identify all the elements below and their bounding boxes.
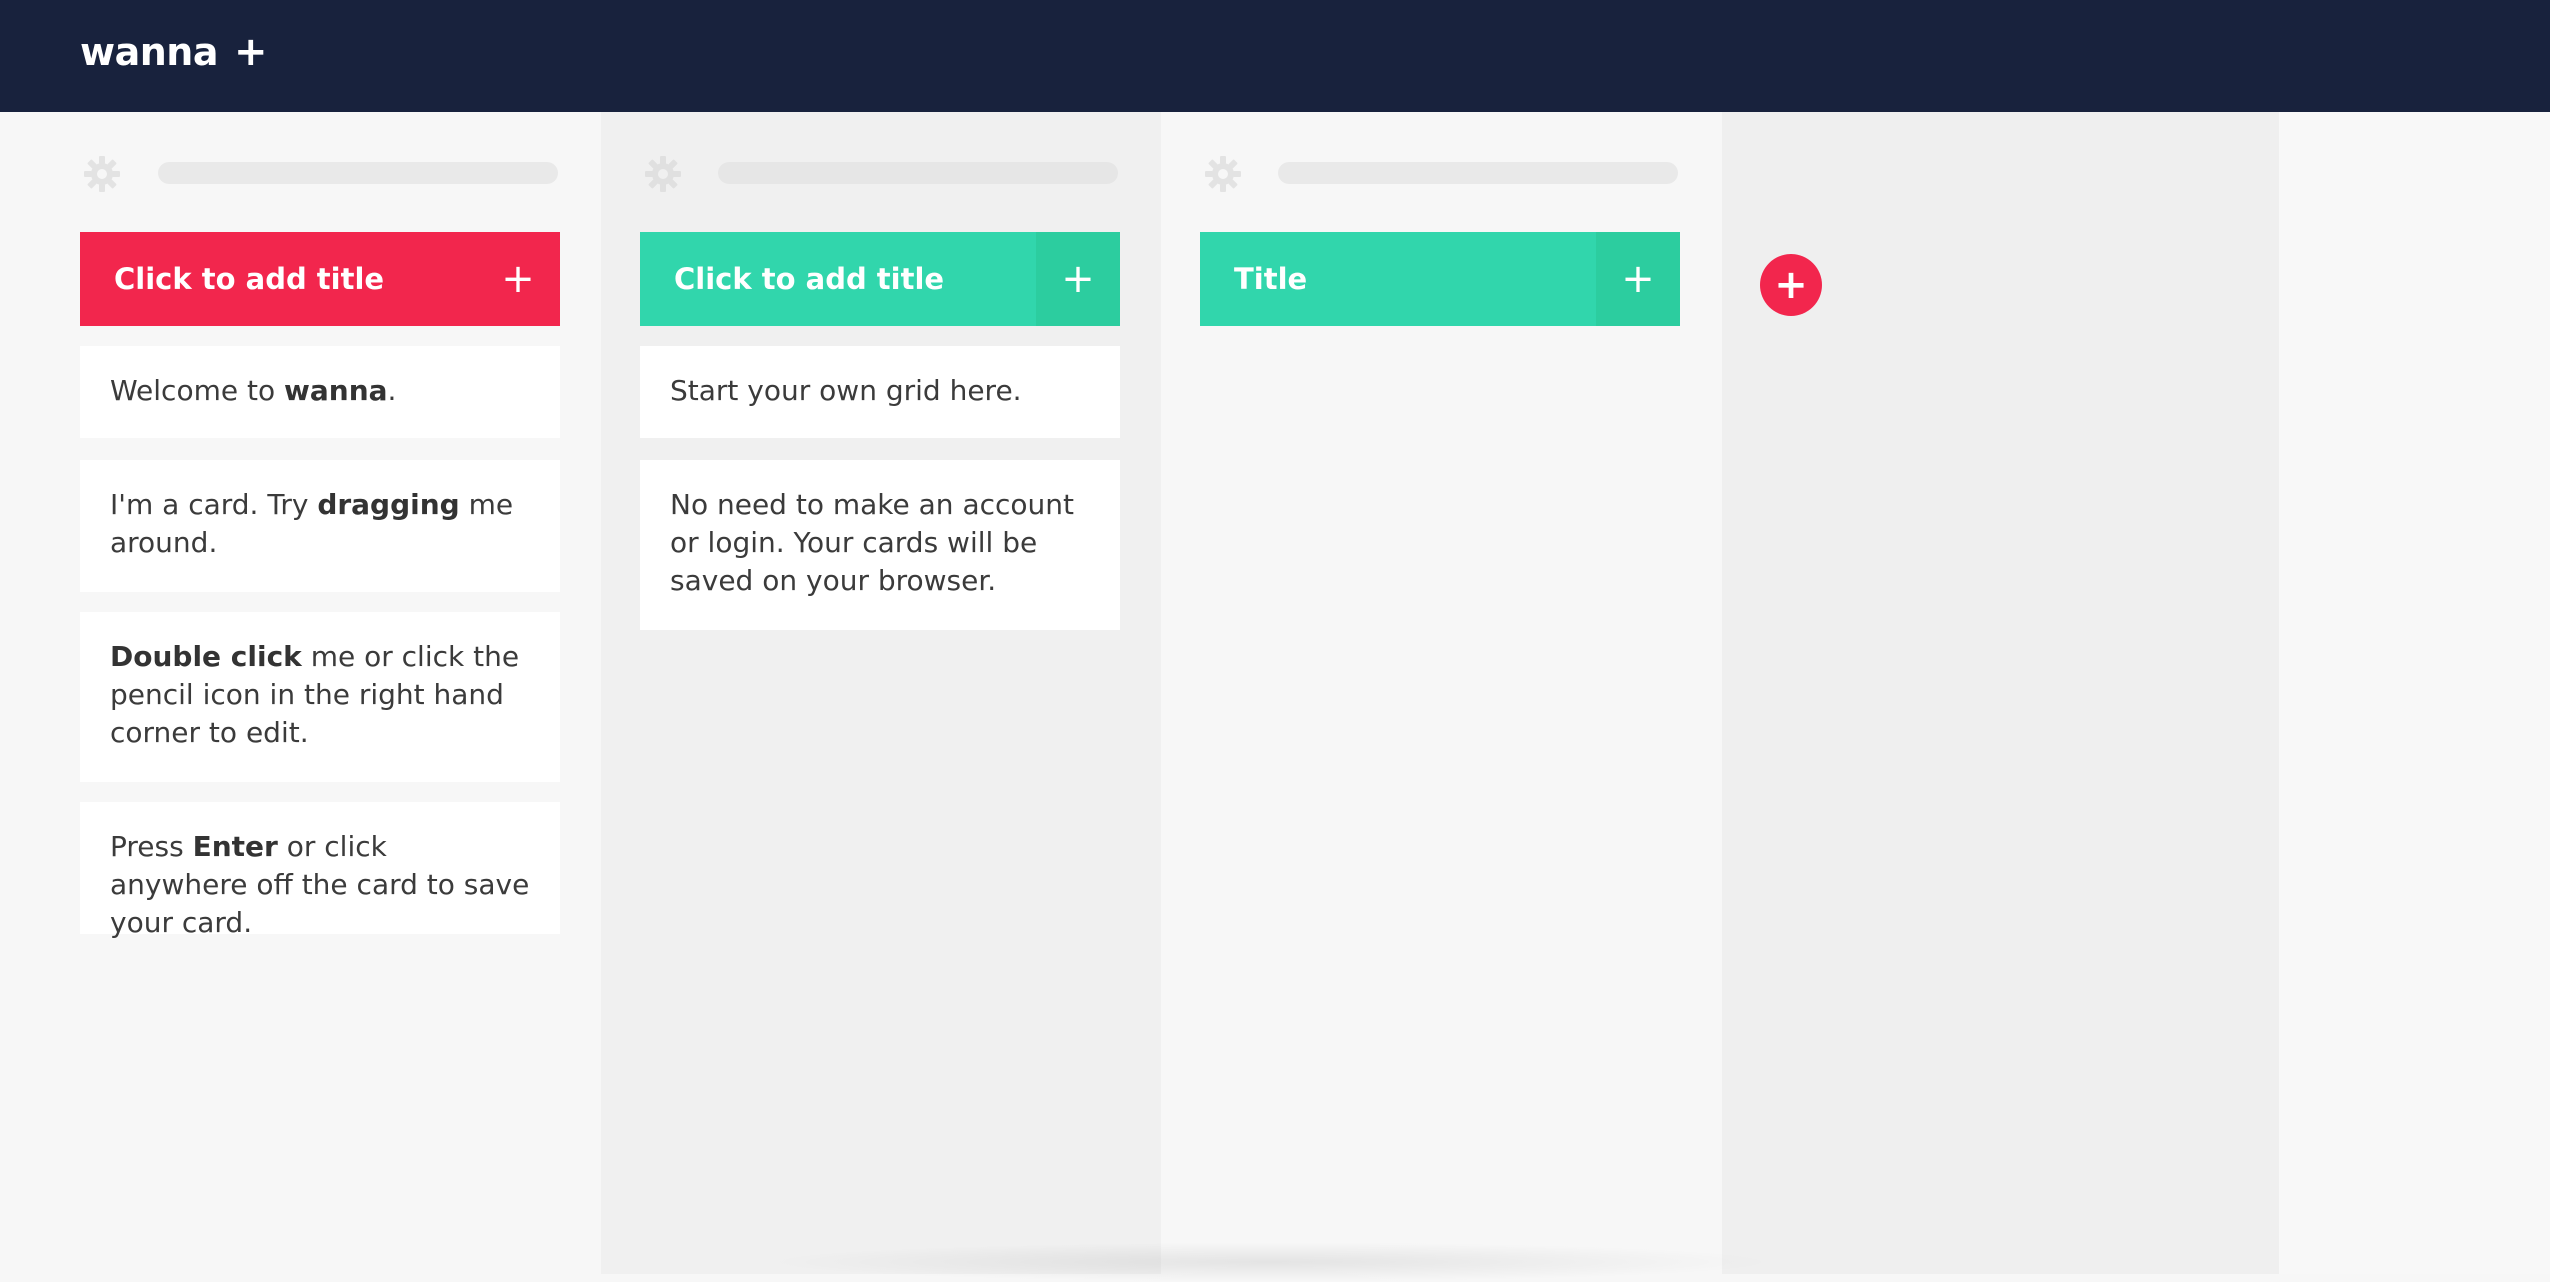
top-navigation-bar: wanna + (0, 0, 2550, 112)
settings-gear-icon[interactable] (1203, 154, 1243, 194)
column-edge (2279, 112, 2550, 1274)
board: Click to add title + Welcome to wanna. I… (0, 112, 2550, 1282)
settings-gear-icon[interactable] (82, 154, 122, 194)
card-text-bold: Enter (192, 830, 278, 863)
add-card-plus-icon[interactable]: + (1596, 232, 1680, 326)
column-header[interactable]: Click to add title + (640, 232, 1120, 326)
column-title[interactable]: Title (1200, 262, 1596, 296)
title-placeholder-bar (158, 162, 558, 184)
card-text-bold: dragging (317, 488, 460, 521)
card-text: I'm a card. Try (110, 488, 318, 521)
column-header[interactable]: Click to add title + (80, 232, 560, 326)
plus-icon: + (1774, 262, 1808, 308)
card-text: No need to make an account or login. You… (670, 488, 1074, 597)
logo-plus-icon[interactable]: + (234, 29, 268, 75)
card[interactable]: Start your own grid here. (640, 346, 1120, 438)
card[interactable]: No need to make an account or login. You… (640, 460, 1120, 630)
card-text: Start your own grid here. (670, 374, 1022, 407)
column-header[interactable]: Title + (1200, 232, 1680, 326)
card[interactable]: Double click me or click the pencil icon… (80, 612, 560, 782)
card-text: Press (110, 830, 193, 863)
card-text-bold: wanna (284, 374, 388, 407)
card[interactable]: I'm a card. Try dragging me around. (80, 460, 560, 592)
column-title[interactable]: Click to add title (640, 262, 1036, 296)
title-placeholder-bar (1278, 162, 1678, 184)
card-text-bold: Double click (110, 640, 302, 673)
column-title[interactable]: Click to add title (80, 262, 476, 296)
card[interactable]: Welcome to wanna. (80, 346, 560, 438)
bottom-shadow (760, 1242, 1780, 1282)
add-column-button[interactable]: + (1760, 254, 1822, 316)
logo-text: wanna (80, 30, 219, 74)
card[interactable]: Press Enter or click anywhere off the ca… (80, 802, 560, 939)
title-placeholder-bar (718, 162, 1118, 184)
card-text: . (387, 374, 397, 407)
card-text: Welcome to (110, 374, 284, 407)
app-logo[interactable]: wanna + (80, 22, 268, 82)
settings-gear-icon[interactable] (643, 154, 683, 194)
add-card-plus-icon[interactable]: + (1036, 232, 1120, 326)
add-card-plus-icon[interactable]: + (476, 232, 560, 326)
